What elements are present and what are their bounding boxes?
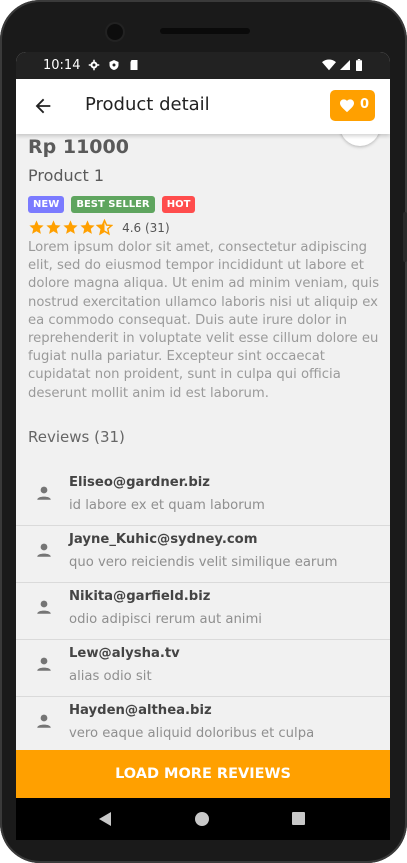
battery-icon <box>356 59 362 71</box>
rating-text: 4.6 (31) <box>122 220 170 235</box>
review-author: Nikita@garfield.biz <box>69 589 211 604</box>
star-full-icon <box>46 220 61 234</box>
star-full-icon <box>29 220 44 234</box>
star-full-icon <box>63 220 78 234</box>
review-item[interactable]: Lew@alysha.tv alias odio sit <box>16 640 390 697</box>
sd-card-icon <box>130 60 138 70</box>
product-price: Rp 11000 <box>28 136 129 158</box>
review-author: Jayne_Kuhic@sydney.com <box>69 532 258 547</box>
review-item[interactable]: Nikita@garfield.biz odio adipisci rerum … <box>16 583 390 640</box>
star-full-icon <box>80 220 95 234</box>
star-half-icon <box>96 219 113 236</box>
person-icon <box>37 714 51 728</box>
reviews-heading: Reviews (31) <box>28 428 125 446</box>
share-fab[interactable] <box>340 134 380 146</box>
heart-icon <box>340 99 354 113</box>
person-icon <box>37 657 51 671</box>
review-item[interactable]: Jayne_Kuhic@sydney.com quo vero reiciend… <box>16 526 390 583</box>
settings-icon <box>88 59 100 71</box>
favorites-count: 0 <box>360 97 370 112</box>
review-text: quo vero reiciendis velit similique earu… <box>69 555 338 570</box>
review-text: vero eaque aliquid doloribus et culpa <box>69 726 315 741</box>
page-title: Product detail <box>85 94 210 115</box>
load-more-reviews-button[interactable]: LOAD MORE REVIEWS <box>16 750 390 798</box>
power-button <box>403 212 407 262</box>
review-item[interactable]: Eliseo@gardner.biz id labore ex et quam … <box>16 469 390 526</box>
review-list: Eliseo@gardner.biz id labore ex et quam … <box>16 469 390 750</box>
speaker-grille <box>160 28 250 34</box>
review-author: Hayden@althea.biz <box>69 703 212 718</box>
favorites-button[interactable]: 0 <box>330 90 375 121</box>
front-camera <box>107 24 123 40</box>
shield-icon <box>109 60 119 70</box>
nav-home-icon[interactable] <box>195 812 209 826</box>
wifi-icon <box>322 59 336 71</box>
app-bar: Product detail 0 <box>16 79 390 134</box>
review-item[interactable]: Hayden@althea.biz vero eaque aliquid dol… <box>16 697 390 750</box>
back-arrow-icon[interactable] <box>32 95 54 117</box>
product-detail-content[interactable]: Rp 11000 Product 1 NEW BEST SELLER HOT 4… <box>16 134 390 750</box>
badge-hot: HOT <box>161 196 196 213</box>
nav-recents-icon[interactable] <box>292 812 305 825</box>
review-text: id labore ex et quam laborum <box>69 498 265 513</box>
person-icon <box>37 600 51 614</box>
person-icon <box>37 486 51 500</box>
system-nav-bar <box>16 798 390 840</box>
person-icon <box>37 543 51 557</box>
product-name: Product 1 <box>28 166 105 185</box>
review-text: alias odio sit <box>69 669 152 684</box>
screen: 10:14 Product detail 0 Rp 11000 Product … <box>16 52 390 798</box>
status-time: 10:14 <box>43 58 81 73</box>
phone-frame: 10:14 Product detail 0 Rp 11000 Product … <box>0 0 407 863</box>
product-badges: NEW BEST SELLER HOT <box>28 192 197 213</box>
status-bar: 10:14 <box>16 52 390 79</box>
badge-new: NEW <box>28 196 65 213</box>
product-rating: 4.6 (31) <box>28 217 170 237</box>
product-description: Lorem ipsum dolor sit amet, consectetur … <box>28 240 380 401</box>
review-author: Lew@alysha.tv <box>69 646 180 661</box>
nav-back-icon[interactable] <box>98 812 112 826</box>
signal-icon <box>340 60 350 70</box>
review-author: Eliseo@gardner.biz <box>69 475 210 490</box>
badge-best-seller: BEST SELLER <box>71 196 155 213</box>
review-text: odio adipisci rerum aut animi <box>69 612 262 627</box>
